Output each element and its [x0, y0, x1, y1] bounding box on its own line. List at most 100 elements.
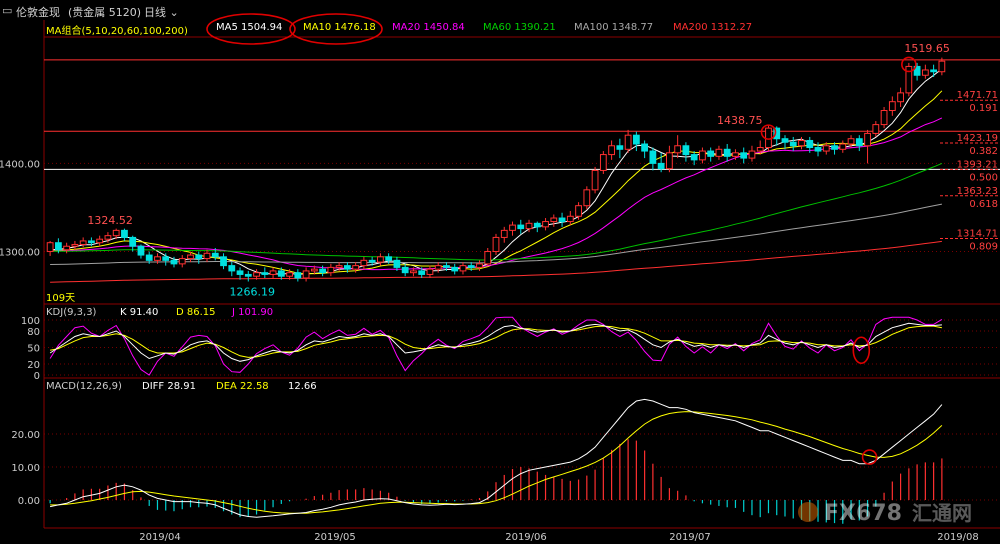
candle-body — [178, 258, 186, 265]
candle-body — [575, 205, 582, 217]
kdj-j-line — [49, 316, 943, 376]
candle-body — [459, 265, 467, 272]
grid-lines — [44, 162, 1000, 501]
candle-body — [410, 270, 417, 274]
candle-body — [385, 256, 393, 261]
kdj-tick-label: 80 — [27, 327, 40, 338]
price-tick-label: 1400.00 — [0, 159, 40, 170]
date-tick-label: 2019/08 — [937, 532, 979, 543]
date-tick-label: 2019/05 — [314, 532, 356, 543]
chart-canvas[interactable]: 1471.71 0.191 1423.19 0.382 1393.21 0.500 1363… — [0, 0, 1000, 544]
candle-body — [286, 272, 293, 277]
candle-body — [310, 268, 318, 272]
macd-tick-label: 0.00 — [18, 496, 40, 507]
date-tick-label: 2019/04 — [139, 532, 181, 543]
candle-body — [335, 265, 343, 268]
candle-body — [839, 143, 847, 150]
date-tick-label: 2019/06 — [505, 532, 547, 543]
candle-body — [211, 252, 219, 258]
candle-body — [46, 242, 54, 253]
candle-body — [137, 245, 145, 256]
candle-body — [88, 240, 95, 244]
fib-price-label: 1423.19 — [957, 133, 998, 144]
candle-body — [930, 69, 938, 73]
candle-body — [938, 60, 946, 73]
candle-body — [484, 251, 492, 265]
candle-body — [269, 270, 277, 275]
candle-body — [814, 147, 822, 152]
candle-body — [294, 272, 302, 279]
candle-body — [434, 265, 442, 270]
fib-price-label: 1471.71 — [957, 90, 998, 101]
candle-body — [715, 148, 723, 157]
candle-body — [855, 138, 863, 147]
candle-body — [253, 272, 260, 277]
candle-body — [699, 150, 706, 161]
fib-ratio-label: 0.809 — [969, 242, 998, 253]
candle-body — [806, 139, 814, 149]
candle-body — [277, 270, 285, 277]
candle-body — [71, 243, 79, 247]
candle-body — [740, 152, 748, 159]
candle-body — [723, 148, 731, 157]
candle-body — [542, 221, 549, 228]
fib-price-label: 1363.23 — [957, 186, 998, 197]
candle-body — [360, 259, 368, 267]
candle-body — [96, 238, 104, 244]
candle-body — [443, 265, 450, 268]
candle-body — [682, 145, 690, 156]
high-3-label: 1519.65 — [904, 42, 950, 55]
candle-body — [228, 265, 236, 272]
candle-body — [880, 110, 888, 126]
low-1-label: 1266.19 — [230, 285, 276, 298]
candle-body — [426, 268, 434, 275]
candle-body — [343, 265, 351, 270]
candle-body — [921, 69, 929, 76]
watermark: FX678 汇通网 — [798, 501, 972, 526]
candle-body — [798, 139, 805, 147]
kdj-k-line — [49, 322, 942, 362]
candle-body — [599, 154, 607, 171]
macd-tick-label: 10.00 — [11, 463, 40, 474]
candle-body — [492, 236, 500, 253]
candle-body — [591, 169, 599, 191]
candle-body — [302, 270, 310, 279]
candle-body — [822, 145, 830, 152]
candle-body — [154, 256, 161, 261]
candle-body — [649, 150, 657, 164]
candle-body — [319, 268, 326, 274]
candle-body — [244, 273, 252, 277]
candle-body — [467, 265, 475, 268]
kdj-tick-label: 0 — [34, 371, 40, 382]
candle-body — [187, 254, 194, 260]
candle-body — [583, 189, 591, 207]
candle-body — [566, 215, 574, 223]
candle-body — [261, 272, 269, 275]
fib-price-label: 1393.21 — [957, 159, 998, 170]
candle-body — [632, 134, 640, 145]
candle-body — [624, 134, 632, 150]
candle-body — [525, 222, 533, 230]
ma5-highlight-circle — [206, 13, 296, 45]
candle-body — [756, 147, 764, 152]
candle-body — [451, 266, 459, 272]
candle-body — [789, 141, 797, 147]
days-label: 109天 — [46, 293, 76, 304]
candle-body — [558, 217, 566, 223]
candle-body — [765, 127, 772, 149]
fib-ratio-label: 0.618 — [969, 199, 998, 210]
kdj-lines — [49, 316, 943, 376]
candle-body — [608, 145, 615, 156]
candle-body — [368, 259, 376, 263]
macd-tick-label: 20.00 — [11, 430, 40, 441]
candle-body — [872, 124, 880, 134]
high-1-label: 1324.52 — [87, 214, 133, 227]
watermark-logo-icon — [798, 502, 818, 522]
candle-body — [517, 224, 525, 230]
candle-body — [63, 245, 71, 251]
candle-body — [112, 229, 120, 237]
fib-ratio-label: 0.382 — [969, 146, 998, 157]
annotations: 1324.52 1266.19 1438.75 1519.65 — [87, 42, 949, 298]
price-tick-label: 1300.00 — [0, 248, 40, 259]
candle-body — [500, 229, 508, 238]
